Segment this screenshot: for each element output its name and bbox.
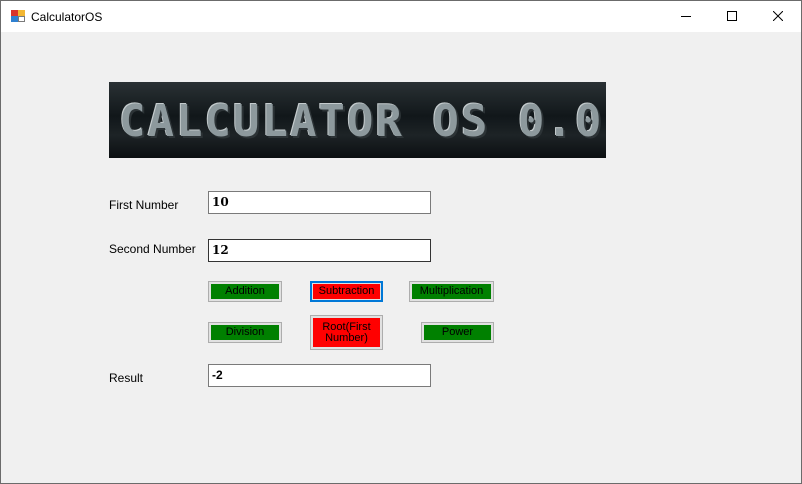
addition-button-label: Addition bbox=[211, 284, 279, 299]
second-number-label: Second Number bbox=[109, 242, 196, 256]
root-button-label: Root(First Number) bbox=[313, 318, 380, 347]
maximize-icon bbox=[727, 11, 737, 21]
multiplication-button-label: Multiplication bbox=[412, 284, 491, 299]
subtraction-button[interactable]: Subtraction bbox=[310, 281, 383, 302]
result-label: Result bbox=[109, 371, 144, 385]
app-window: CalculatorOS CALCULATOR OS 0.01 First Nu… bbox=[0, 0, 802, 484]
division-button[interactable]: Division bbox=[208, 322, 282, 343]
division-button-label: Division bbox=[211, 325, 279, 340]
power-button[interactable]: Power bbox=[421, 322, 494, 343]
multiplication-button[interactable]: Multiplication bbox=[409, 281, 494, 302]
title-bar[interactable]: CalculatorOS bbox=[1, 1, 801, 32]
root-button[interactable]: Root(First Number) bbox=[310, 315, 383, 350]
power-button-label: Power bbox=[424, 325, 491, 340]
minimize-button[interactable] bbox=[663, 1, 709, 32]
maximize-button[interactable] bbox=[709, 1, 755, 32]
close-icon bbox=[773, 11, 783, 21]
addition-button[interactable]: Addition bbox=[208, 281, 282, 302]
subtraction-button-label: Subtraction bbox=[313, 284, 380, 299]
calculator-os-banner: CALCULATOR OS 0.01 bbox=[109, 82, 606, 158]
result-output[interactable]: -2 bbox=[208, 364, 431, 387]
form-client-area: CALCULATOR OS 0.01 First Number 10 Secon… bbox=[1, 32, 801, 483]
close-button[interactable] bbox=[755, 1, 801, 32]
minimize-icon bbox=[681, 16, 691, 17]
first-number-input[interactable]: 10 bbox=[208, 191, 431, 214]
first-number-label: First Number bbox=[109, 198, 179, 212]
second-number-input[interactable]: 12 bbox=[208, 239, 431, 262]
calculator-app-icon bbox=[11, 10, 25, 22]
window-title: CalculatorOS bbox=[31, 10, 103, 24]
banner-title: CALCULATOR OS 0.01 bbox=[119, 96, 606, 147]
